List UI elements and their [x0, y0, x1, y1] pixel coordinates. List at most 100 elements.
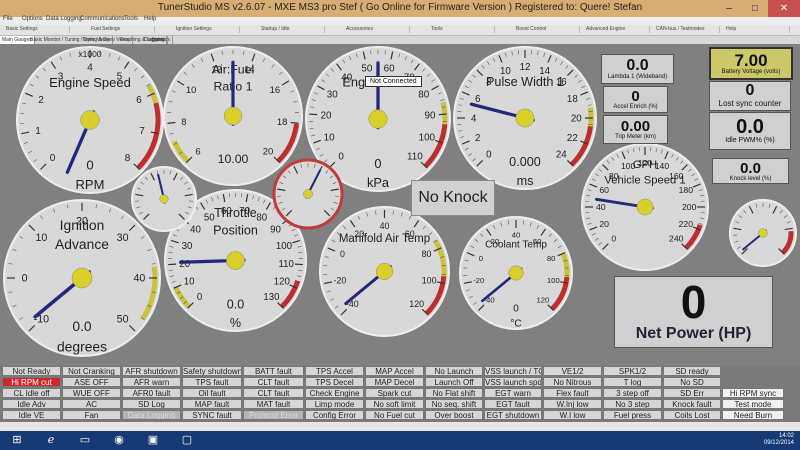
indicator-w-i-low: W.I low [543, 410, 602, 420]
app-icon[interactable]: ◉ [104, 433, 134, 448]
gauge-tick-label: 80 [418, 89, 429, 100]
toolbar-basic-settings[interactable]: Basic Settings [0, 26, 70, 33]
battery-voltage-label: Battery Voltage (volts) [721, 69, 781, 75]
gauge-tick-label: 200 [682, 202, 697, 212]
indicator-oil-fault: Oil fault [182, 388, 242, 398]
gauge-tick-label: 0 [479, 254, 483, 263]
minimize-button[interactable]: – [716, 0, 742, 17]
indicator-spark-cut: Spark cut [365, 388, 424, 398]
indicator-no-flat-shift: No Flat shift [425, 388, 483, 398]
trip-meter-label: Trip Meter (km) [615, 134, 656, 140]
gauge-title: Throttle [214, 206, 257, 220]
indicator-ac: AC [62, 399, 121, 409]
gauge-tick-label: 60 [599, 185, 609, 195]
system-clock: 14:02 09/12/2014 [764, 433, 794, 447]
idle-pwm-value: 0.0 [736, 116, 764, 138]
gauge-title: Engine Speed [49, 75, 131, 90]
indicator-no-launch: No Launch [425, 366, 483, 376]
gauge-tick [309, 113, 318, 116]
menu-tools[interactable]: Tools [124, 16, 138, 22]
gauge-hub [303, 189, 313, 199]
gauge-hub [368, 109, 388, 129]
gauge-tick-label: 12 [520, 62, 531, 73]
menu-help[interactable]: Help [144, 16, 156, 22]
small-gauge-right [728, 198, 798, 268]
tunerstudio-icon[interactable]: ▣ [138, 433, 168, 448]
lambda-label: Lambda 1 (Wideband) [607, 74, 668, 80]
gauge-svg [272, 158, 344, 230]
gauge-yellow-band [440, 101, 448, 125]
tab-bar: Main Gauges Basic Monitor / Tuning / Dyn… [0, 36, 800, 44]
menu-file[interactable]: File [3, 16, 13, 22]
gauge-tick-label: 30 [182, 241, 193, 252]
gauge-tick-label: 10 [324, 133, 335, 144]
gauge-tick-label: 16 [270, 85, 281, 96]
gauge-tick-label: 130 [263, 292, 279, 303]
indicator-no-soft-limit: No soft limit [365, 399, 424, 409]
toolbar-tools[interactable]: Tools [425, 26, 495, 33]
toolbar-help[interactable]: Help [720, 26, 790, 33]
gauge-tick-label: 2 [475, 133, 480, 144]
gauge-tick-label: 4 [87, 63, 93, 74]
gauge-value: 0.0 [72, 318, 92, 334]
toolbar-accessories[interactable]: Accessories [340, 26, 410, 33]
toolbar-ignition-settings[interactable]: Ignition Settings [170, 26, 240, 33]
gauge-hub [636, 198, 654, 216]
gauge-tick-label: -20 [333, 275, 346, 285]
gauge-tick-label: 180 [679, 185, 694, 195]
net-power-label: Net Power (HP) [635, 325, 752, 342]
toolbar-boost-control[interactable]: Boost Control [510, 26, 580, 33]
indicator-check-engine: Check Engine [305, 388, 364, 398]
gauge-svg [729, 199, 797, 267]
indicator-3-step-off: 3 step off [603, 388, 662, 398]
toolbar-fuel-settings[interactable]: Fuel Settings [85, 26, 155, 33]
menu-communications[interactable]: Communications [80, 16, 125, 22]
indicator-no-fuel-cut: No Fuel cut [365, 410, 424, 420]
gauge-title: Ignition [60, 217, 105, 233]
lost-sync-readout: 0 Lost sync counter [709, 81, 791, 111]
gauge-tick-label: 20 [263, 146, 274, 157]
menu-options[interactable]: Options [22, 16, 43, 22]
indicator-no-nitrous: No Nitrous [543, 377, 602, 387]
accel-enrich-value: 0 [631, 88, 640, 105]
close-button[interactable]: ✕ [768, 0, 800, 17]
title-bar: TunerStudio MS v2.6.07 - MXE MS3 pro Ste… [0, 0, 800, 17]
menu-data-logging[interactable]: Data Logging [46, 16, 82, 22]
indicator-tps-accel: TPS Accel [305, 366, 364, 376]
toolbar-advanced-engine[interactable]: Advanced Engine [580, 26, 650, 33]
gauge-tick-label: 100 [419, 133, 436, 144]
explorer-icon[interactable]: ▭ [70, 433, 100, 448]
start-button[interactable]: ⊞ [2, 433, 32, 448]
gauge-tick-label: 100 [422, 275, 437, 285]
gauge-title-2: Position [213, 223, 258, 237]
indicator-sd-log: SD Log [122, 399, 181, 409]
gauge-hub [71, 267, 93, 289]
indicator-ase-off: ASE OFF [62, 377, 121, 387]
gauge-tick-label: 20 [571, 113, 582, 124]
gauge-hub [159, 194, 169, 204]
gauge-value: 0.000 [509, 155, 541, 169]
gauge-hub [508, 265, 524, 281]
toolbar-startup-idle[interactable]: Startup / Idle [255, 26, 325, 33]
gauge-tick-label: 40 [512, 231, 521, 240]
toolbar-canbus-testmodes[interactable]: CAN-bus / Testmodes [650, 26, 720, 33]
indicator-panel: Not Ready Hi RPM cut CL Idle off Idle Adv Id… [2, 366, 784, 422]
indicator-cl-idle-off: CL Idle off [2, 388, 61, 398]
gauge-unit: % [230, 316, 241, 330]
gauge-hub [515, 108, 535, 128]
net-power-value: 0 [680, 276, 707, 328]
gauge-title-top: x1000 [78, 49, 101, 59]
gauge-tick-label: 80 [256, 212, 267, 223]
indicator-coils-lost: Coils Lost [663, 410, 721, 420]
maximize-button[interactable]: □ [742, 0, 768, 17]
indicator-egt-fault: EGT fault [484, 399, 542, 409]
gauge-value: 0 [513, 303, 519, 314]
indicator-clt-fault: CLT fault [243, 388, 304, 398]
ie-icon[interactable]: ℯ [36, 433, 66, 448]
gauge-tick-label: 22 [567, 133, 578, 144]
window-icon[interactable]: ▢ [172, 433, 202, 448]
indicator-fan: Fan [62, 410, 121, 420]
tab-notes[interactable]: Notes [150, 36, 169, 44]
gauge-tick [438, 113, 447, 116]
gauge-tick-label: 20 [321, 111, 332, 122]
